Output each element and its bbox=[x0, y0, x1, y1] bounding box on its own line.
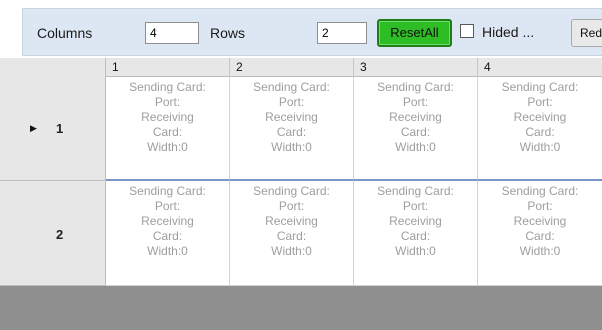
column-header-4[interactable]: 4 bbox=[478, 58, 602, 77]
column-header-3[interactable]: 3 bbox=[354, 58, 478, 77]
column-header-1[interactable]: 1 bbox=[106, 58, 230, 77]
grid-cell[interactable]: Sending Card: Port: Receiving Card: Widt… bbox=[230, 181, 354, 286]
screen-grid: 1 2 3 4 ▶ 1 Sending Card: Port: Receivin… bbox=[0, 58, 602, 330]
port-text: Port: bbox=[527, 95, 553, 109]
receiving-text: Receiving bbox=[513, 110, 567, 124]
row-header-2[interactable]: 2 bbox=[0, 181, 106, 286]
port-text: Port: bbox=[402, 199, 429, 213]
column-header-2[interactable]: 2 bbox=[230, 58, 354, 77]
width-text: Width:0 bbox=[519, 244, 561, 258]
card-text: Card: bbox=[525, 125, 555, 139]
grid-cell[interactable]: Sending Card: Port: Receiving Card: Widt… bbox=[106, 77, 230, 181]
port-text: Port: bbox=[278, 95, 305, 109]
card-text: Card: bbox=[152, 125, 183, 139]
row-header-1[interactable]: ▶ 1 bbox=[0, 77, 106, 181]
sending-card-text: Sending Card: bbox=[377, 184, 454, 198]
rows-label: Rows bbox=[210, 25, 246, 41]
row-pointer-icon: ▶ bbox=[30, 123, 37, 133]
card-text: Card: bbox=[276, 229, 307, 243]
grid-cell[interactable]: Sending Card: Port: Receiving Card: Widt… bbox=[478, 77, 602, 181]
grid-cell[interactable]: Sending Card: Port: Receiving Card: Widt… bbox=[106, 181, 230, 286]
width-text: Width:0 bbox=[147, 140, 188, 154]
hided-label: Hided ... bbox=[482, 24, 535, 40]
grid-cell[interactable]: Sending Card: Port: Receiving Card: Widt… bbox=[230, 77, 354, 181]
grid-cell[interactable]: Sending Card: Port: Receiving Card: Widt… bbox=[354, 181, 478, 286]
width-text: Width:0 bbox=[519, 140, 561, 154]
row-label: 1 bbox=[56, 121, 64, 136]
grid-cell[interactable]: Sending Card: Port: Receiving Card: Widt… bbox=[354, 77, 478, 181]
card-text: Card: bbox=[400, 229, 431, 243]
receiving-text: Receiving bbox=[265, 214, 318, 228]
receiving-text: Receiving bbox=[141, 110, 194, 124]
width-text: Width:0 bbox=[271, 244, 312, 258]
port-text: Port: bbox=[154, 199, 181, 213]
grid-corner bbox=[0, 58, 106, 77]
sending-card-text: Sending Card: bbox=[253, 184, 330, 198]
receiving-text: Receiving bbox=[265, 110, 318, 124]
width-text: Width:0 bbox=[147, 244, 188, 258]
sending-card-text: Sending Card: bbox=[129, 80, 206, 94]
receiving-text: Receiving bbox=[389, 110, 442, 124]
width-text: Width:0 bbox=[395, 140, 436, 154]
card-text: Card: bbox=[525, 229, 555, 243]
columns-input[interactable] bbox=[145, 22, 199, 44]
grid-cell[interactable]: Sending Card: Port: Receiving Card: Widt… bbox=[478, 181, 602, 286]
width-text: Width:0 bbox=[271, 140, 312, 154]
sending-card-text: Sending Card: bbox=[253, 80, 330, 94]
row-label: 2 bbox=[56, 227, 64, 242]
hided-checkbox[interactable] bbox=[460, 24, 474, 38]
column-header-row: 1 2 3 4 bbox=[0, 58, 602, 77]
port-text: Port: bbox=[527, 199, 553, 213]
width-text: Width:0 bbox=[395, 244, 436, 258]
card-text: Card: bbox=[276, 125, 307, 139]
columns-label: Columns bbox=[37, 25, 93, 41]
rows-input[interactable] bbox=[317, 22, 367, 44]
sending-card-text: Sending Card: bbox=[377, 80, 454, 94]
toolbar: Columns Rows ResetAll Hided ... Red bbox=[22, 8, 602, 56]
red-button[interactable]: Red bbox=[571, 19, 602, 47]
card-text: Card: bbox=[152, 229, 183, 243]
receiving-text: Receiving bbox=[513, 214, 567, 228]
sending-card-text: Sending Card: bbox=[501, 80, 579, 94]
port-text: Port: bbox=[154, 95, 181, 109]
sending-card-text: Sending Card: bbox=[129, 184, 206, 198]
port-text: Port: bbox=[402, 95, 429, 109]
sending-card-text: Sending Card: bbox=[501, 184, 579, 198]
receiving-text: Receiving bbox=[389, 214, 442, 228]
port-text: Port: bbox=[278, 199, 305, 213]
reset-all-button[interactable]: ResetAll bbox=[377, 19, 452, 47]
card-text: Card: bbox=[400, 125, 431, 139]
receiving-text: Receiving bbox=[141, 214, 194, 228]
